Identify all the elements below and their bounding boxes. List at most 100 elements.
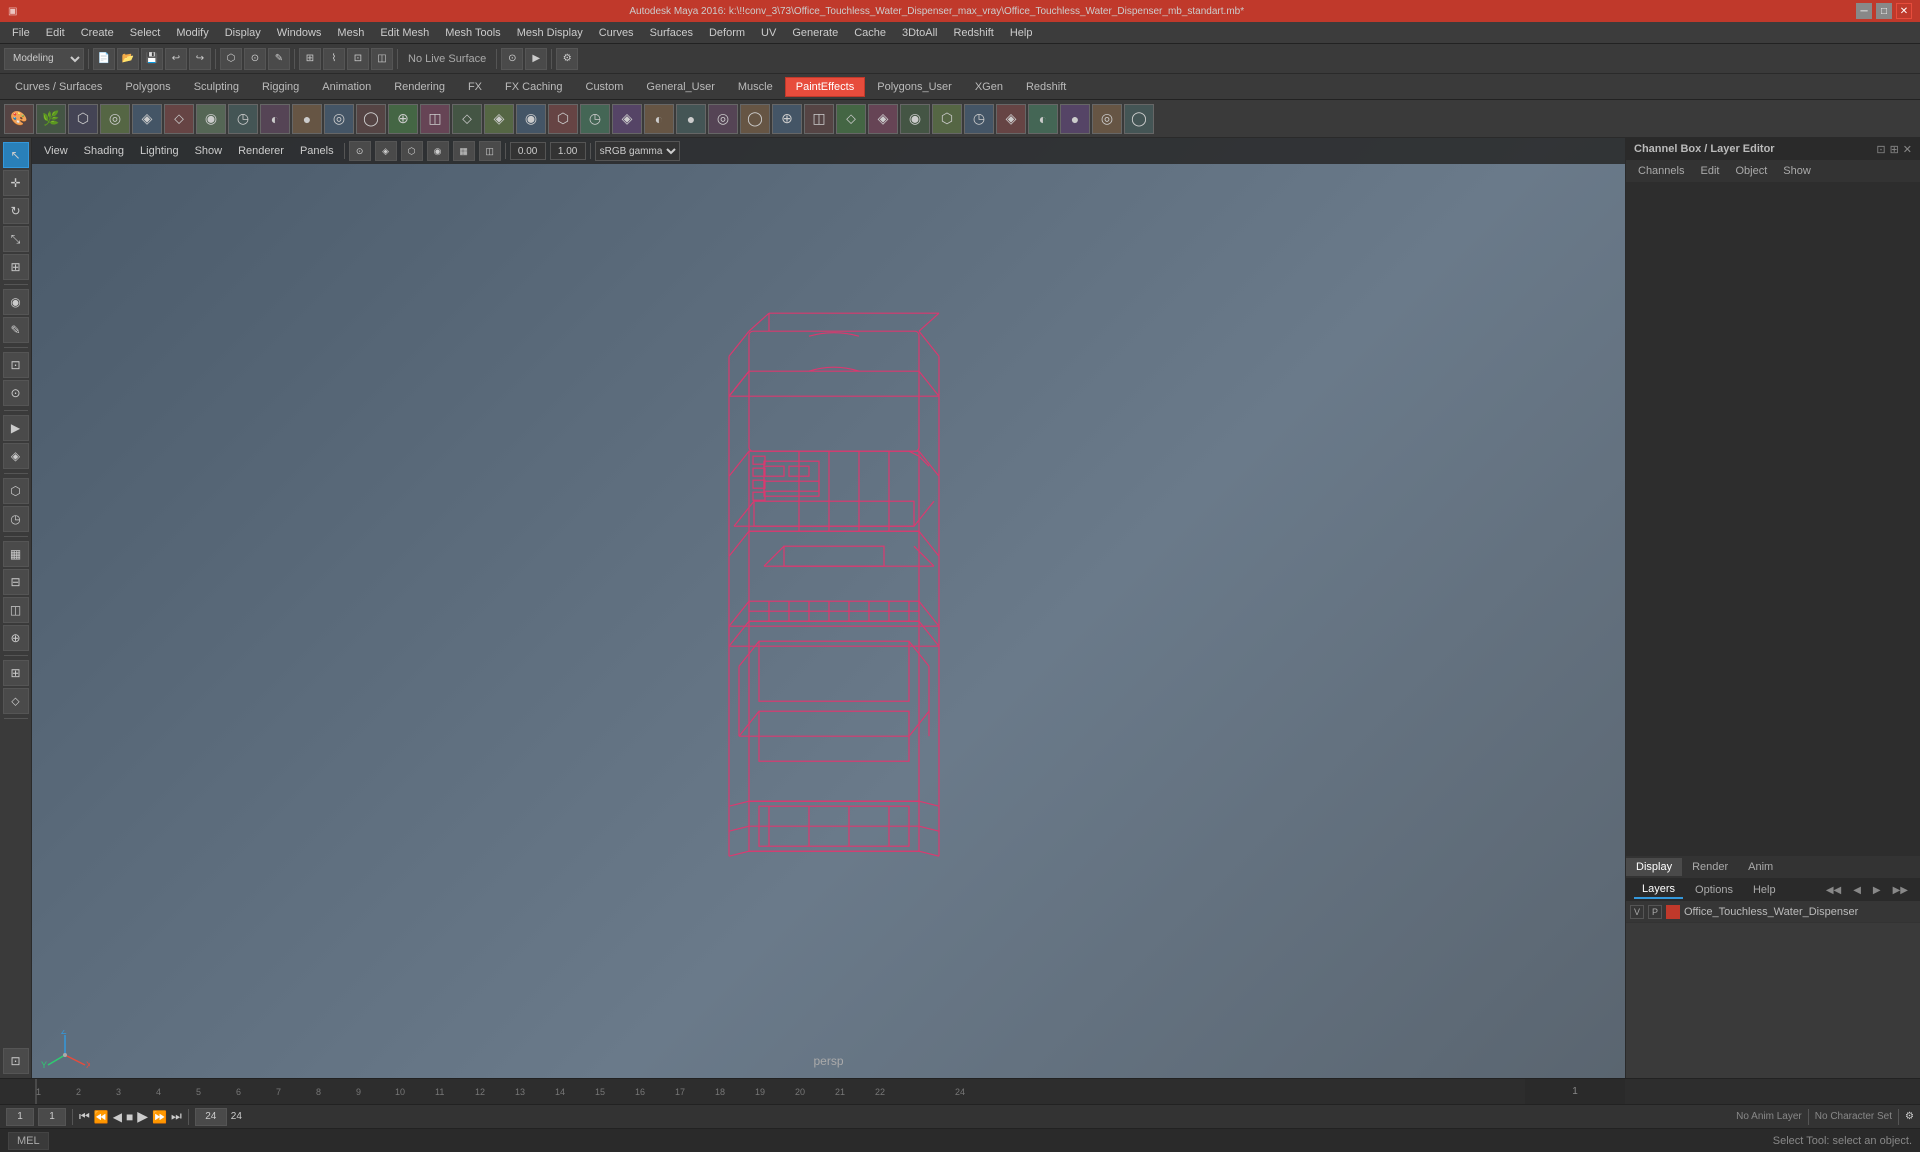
pb-step-back-btn[interactable]: ⏪ (94, 1110, 109, 1124)
tab-render[interactable]: Render (1682, 858, 1738, 876)
menu-display[interactable]: Display (217, 25, 269, 41)
vt-icon2[interactable]: ◈ (375, 141, 397, 161)
new-scene-btn[interactable]: 📄 (93, 48, 115, 70)
vt-icon4[interactable]: ◉ (427, 141, 449, 161)
layer-next-btn[interactable]: ▶▶ (1889, 884, 1912, 897)
shelf-icon-31[interactable]: ◷ (964, 104, 994, 134)
maximize-button[interactable]: □ (1876, 3, 1892, 19)
layer-tab-options[interactable]: Options (1687, 882, 1741, 898)
ch-tab-channels[interactable]: Channels (1630, 163, 1692, 179)
layer-prev-btn[interactable]: ◀◀ (1822, 884, 1845, 897)
lt-misc3-btn[interactable]: ◫ (3, 597, 29, 623)
snap-grid-btn[interactable]: ⊞ (299, 48, 321, 70)
menu-curves[interactable]: Curves (591, 25, 642, 41)
pb-step-fwd-btn[interactable]: ⏩ (152, 1110, 167, 1124)
pb-end-frame[interactable] (195, 1108, 227, 1126)
shelf-icon-14[interactable]: ◫ (420, 104, 450, 134)
paint-btn[interactable]: ✎ (268, 48, 290, 70)
pb-start-frame[interactable] (6, 1108, 34, 1126)
tab-polygons[interactable]: Polygons (114, 77, 181, 97)
lt-misc4-btn[interactable]: ⊕ (3, 625, 29, 651)
shelf-icon-25[interactable]: ⊕ (772, 104, 802, 134)
vt-icon1[interactable]: ⊙ (349, 141, 371, 161)
menu-file[interactable]: File (4, 25, 38, 41)
viewport[interactable]: View Shading Lighting Show Renderer Pane… (32, 138, 1625, 1078)
shelf-icon-12[interactable]: ◯ (356, 104, 386, 134)
menu-help[interactable]: Help (1002, 25, 1041, 41)
camera-btn[interactable]: ⊙ (3, 380, 29, 406)
rotate-tool-btn[interactable]: ↻ (3, 198, 29, 224)
shelf-icon-22[interactable]: ● (676, 104, 706, 134)
shelf-icon-28[interactable]: ◈ (868, 104, 898, 134)
shelf-icon-15[interactable]: ⬦ (452, 104, 482, 134)
close-button[interactable]: ✕ (1896, 3, 1912, 19)
shelf-icon-6[interactable]: ⬦ (164, 104, 194, 134)
snap-curve-btn[interactable]: ⌇ (323, 48, 345, 70)
render-btn[interactable]: ▶ (525, 48, 547, 70)
tab-fx-caching[interactable]: FX Caching (494, 77, 573, 97)
app-mode-dropdown[interactable]: Modeling (4, 48, 84, 70)
tab-redshift[interactable]: Redshift (1015, 77, 1077, 97)
lt-anim-btn[interactable]: ◷ (3, 506, 29, 532)
shelf-icon-4[interactable]: ◎ (100, 104, 130, 134)
vt-icon5[interactable]: ▦ (453, 141, 475, 161)
snap-to-grid-btn[interactable]: ⊡ (3, 352, 29, 378)
lt-rigging-btn[interactable]: ⬡ (3, 478, 29, 504)
shelf-icon-29[interactable]: ◉ (900, 104, 930, 134)
pb-stop-btn[interactable]: ■ (126, 1110, 133, 1124)
shelf-icon-23[interactable]: ◎ (708, 104, 738, 134)
shelf-icon-34[interactable]: ● (1060, 104, 1090, 134)
shelf-icon-7[interactable]: ◉ (196, 104, 226, 134)
shelf-icon-30[interactable]: ⬡ (932, 104, 962, 134)
tab-rendering[interactable]: Rendering (383, 77, 456, 97)
layer-tab-layers[interactable]: Layers (1634, 881, 1683, 899)
settings-btn1[interactable]: ⚙ (556, 48, 578, 70)
shelf-icon-13[interactable]: ⊕ (388, 104, 418, 134)
vt-renderer-btn[interactable]: Renderer (232, 143, 290, 159)
save-scene-btn[interactable]: 💾 (141, 48, 163, 70)
menu-mesh-tools[interactable]: Mesh Tools (437, 25, 508, 41)
redo-btn[interactable]: ↪ (189, 48, 211, 70)
vt-scale-input[interactable] (550, 142, 586, 160)
tab-fx[interactable]: FX (457, 77, 493, 97)
shelf-icon-9[interactable]: ◐ (260, 104, 290, 134)
shelf-icon-21[interactable]: ◐ (644, 104, 674, 134)
shelf-icon-20[interactable]: ◈ (612, 104, 642, 134)
menu-uv[interactable]: UV (753, 25, 784, 41)
tab-curves-surfaces[interactable]: Curves / Surfaces (4, 77, 113, 97)
cam-btn[interactable]: ⊙ (501, 48, 523, 70)
shelf-icon-1[interactable]: 🎨 (4, 104, 34, 134)
menu-edit-mesh[interactable]: Edit Mesh (372, 25, 437, 41)
layer-step-next-btn[interactable]: ▶ (1869, 884, 1885, 897)
shelf-icon-24[interactable]: ◯ (740, 104, 770, 134)
snap-surface-btn[interactable]: ◫ (371, 48, 393, 70)
shelf-icon-2[interactable]: 🌿 (36, 104, 66, 134)
select-tool-btn[interactable]: ↖ (3, 142, 29, 168)
cb-close-btn[interactable]: ✕ (1903, 143, 1912, 156)
tab-rigging[interactable]: Rigging (251, 77, 310, 97)
vt-icon3[interactable]: ⬡ (401, 141, 423, 161)
shelf-icon-27[interactable]: ⬦ (836, 104, 866, 134)
menu-edit[interactable]: Edit (38, 25, 73, 41)
snap-point-btn[interactable]: ⊡ (347, 48, 369, 70)
tab-muscle[interactable]: Muscle (727, 77, 784, 97)
shelf-icon-11[interactable]: ◎ (324, 104, 354, 134)
menu-modify[interactable]: Modify (168, 25, 216, 41)
pb-go-end-btn[interactable]: ⏭ (171, 1109, 182, 1124)
minimize-button[interactable]: ─ (1856, 3, 1872, 19)
menu-mesh-display[interactable]: Mesh Display (509, 25, 591, 41)
lasso-btn[interactable]: ⊙ (244, 48, 266, 70)
layer-step-prev-btn[interactable]: ◀ (1849, 884, 1865, 897)
vt-shading-btn[interactable]: Shading (78, 143, 130, 159)
shelf-icon-35[interactable]: ◎ (1092, 104, 1122, 134)
shelf-icon-26[interactable]: ◫ (804, 104, 834, 134)
lt-misc1-btn[interactable]: ▦ (3, 541, 29, 567)
menu-redshift[interactable]: Redshift (945, 25, 1001, 41)
vt-panels-btn[interactable]: Panels (294, 143, 340, 159)
layer-visible-btn[interactable]: V (1630, 905, 1644, 919)
shelf-icon-19[interactable]: ◷ (580, 104, 610, 134)
menu-select[interactable]: Select (122, 25, 169, 41)
tab-polygons-user[interactable]: Polygons_User (866, 77, 963, 97)
lt-mel-btn[interactable]: ⊡ (3, 1048, 29, 1074)
shelf-icon-8[interactable]: ◷ (228, 104, 258, 134)
